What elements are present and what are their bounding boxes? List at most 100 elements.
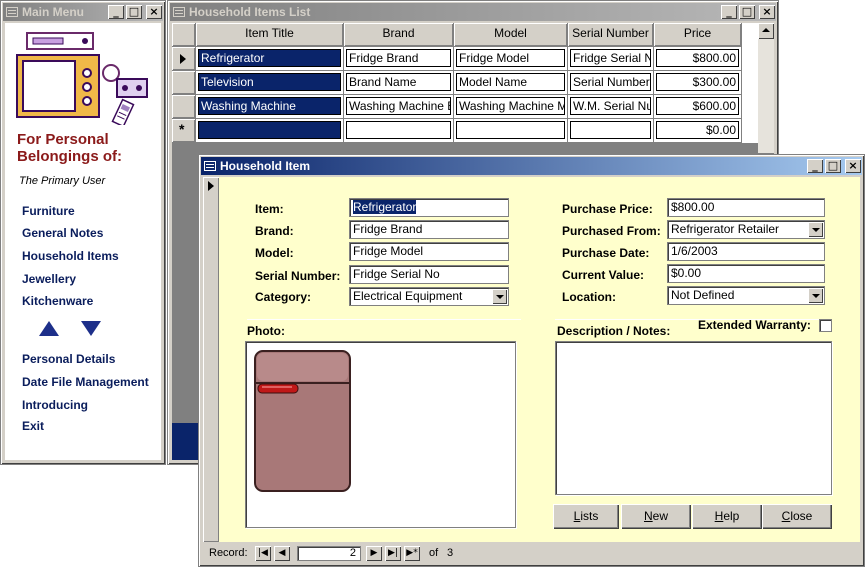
close-icon[interactable]: × (845, 159, 861, 173)
last-record-icon[interactable]: ▶| (385, 546, 401, 561)
notes-textarea[interactable] (555, 341, 832, 495)
cell-serial[interactable]: W.M. Serial Numl (570, 97, 651, 115)
menu-heading: For Personal Belongings of: (17, 131, 122, 165)
menu-link-date-file-management[interactable]: Date File Management (22, 375, 149, 389)
close-icon[interactable]: × (759, 5, 775, 19)
purchase-price-field[interactable]: $800.00 (667, 198, 825, 217)
items-grid: Item Title Brand Model Serial Number Pri… (172, 23, 758, 143)
current-record-input[interactable]: 2 (297, 546, 361, 561)
record-selector[interactable] (203, 177, 219, 542)
item-value: Refrigerator (353, 200, 417, 214)
table-row: Television Brand Name Model Name Serial … (172, 71, 758, 95)
photo-box[interactable] (245, 341, 516, 528)
minimize-icon[interactable]: _ (807, 159, 823, 173)
cell-brand[interactable] (346, 121, 451, 139)
cell-price[interactable]: $0.00 (656, 121, 739, 139)
maximize-icon[interactable]: □ (825, 159, 841, 173)
cell-serial[interactable] (570, 121, 651, 139)
record-pointer-icon (180, 54, 186, 64)
items-list-title: Household Items List (189, 5, 311, 19)
cell-serial[interactable]: Serial Number (570, 73, 651, 91)
menu-link-household-items[interactable]: Household Items (22, 249, 119, 263)
warranty-label: Extended Warranty: (698, 318, 811, 332)
header-corner[interactable] (172, 23, 196, 47)
cell-model[interactable]: Fridge Model (456, 49, 565, 67)
cell-price[interactable]: $800.00 (656, 49, 739, 67)
row-selector[interactable] (172, 47, 196, 71)
prev-record-icon[interactable]: ◀ (274, 546, 290, 561)
cell-item-title[interactable] (198, 121, 341, 139)
column-header-price[interactable]: Price (654, 23, 742, 47)
new-button[interactable]: New (621, 504, 691, 529)
cell-brand[interactable]: Fridge Brand (346, 49, 451, 67)
menu-link-personal-details[interactable]: Personal Details (22, 352, 115, 366)
help-button[interactable]: Help (692, 504, 762, 529)
of-label: of (429, 547, 439, 559)
cell-brand[interactable]: Brand Name (346, 73, 451, 91)
section-divider-left (247, 319, 521, 320)
location-select[interactable]: Not Defined (667, 286, 825, 305)
household-logo (16, 32, 148, 125)
maximize-icon[interactable]: □ (739, 5, 755, 19)
up-arrow-icon[interactable] (39, 321, 59, 336)
owner-name: The Primary User (19, 175, 106, 187)
row-selector[interactable]: * (172, 119, 196, 143)
purchase-date-field[interactable]: 1/6/2003 (667, 242, 825, 261)
column-header-item-title[interactable]: Item Title (196, 23, 344, 47)
brand-field[interactable]: Fridge Brand (349, 220, 509, 239)
row-selector[interactable] (172, 95, 196, 119)
new-record-nav-icon[interactable]: ▶* (404, 546, 420, 561)
vertical-scrollbar[interactable] (758, 23, 774, 153)
dropdown-arrow-icon[interactable] (808, 288, 823, 303)
purchased-from-label: Purchased From: (562, 224, 661, 238)
column-header-serial-number[interactable]: Serial Number (568, 23, 654, 47)
main-menu-window: Main Menu _ □ × For Personal Belongings … (0, 0, 166, 465)
model-field[interactable]: Fridge Model (349, 242, 509, 261)
cell-model[interactable]: Washing Machine Mod (456, 97, 565, 115)
household-item-titlebar[interactable]: Household Item _ □ × (201, 157, 862, 175)
row-selector[interactable] (172, 71, 196, 95)
minimize-icon[interactable]: _ (108, 5, 124, 19)
cell-brand[interactable]: Washing Machine Bra (346, 97, 451, 115)
photo-label: Photo: (247, 324, 285, 338)
menu-link-introducing[interactable]: Introducing (22, 398, 88, 412)
maximize-icon[interactable]: □ (126, 5, 142, 19)
dropdown-arrow-icon[interactable] (808, 222, 823, 237)
cell-item-title[interactable]: Washing Machine (198, 97, 341, 115)
close-icon[interactable]: × (146, 5, 162, 19)
current-value-field[interactable]: $0.00 (667, 264, 825, 283)
menu-link-general-notes[interactable]: General Notes (22, 226, 103, 240)
cell-model[interactable]: Model Name (456, 73, 565, 91)
cell-price[interactable]: $300.00 (656, 73, 739, 91)
menu-link-exit[interactable]: Exit (22, 419, 44, 433)
column-header-brand[interactable]: Brand (344, 23, 454, 47)
lists-button[interactable]: Lists (553, 504, 619, 529)
record-label: Record: (209, 547, 248, 559)
menu-link-kitchenware[interactable]: Kitchenware (22, 294, 93, 308)
next-record-icon[interactable]: ▶ (366, 546, 382, 561)
menu-link-furniture[interactable]: Furniture (22, 204, 75, 218)
table-row: Washing Machine Washing Machine Bra Wash… (172, 95, 758, 119)
items-list-titlebar[interactable]: Household Items List _ □ × (170, 3, 776, 21)
cell-item-title[interactable]: Television (198, 73, 341, 91)
cell-model[interactable] (456, 121, 565, 139)
serial-field[interactable]: Fridge Serial No (349, 265, 509, 284)
menu-link-jewellery[interactable]: Jewellery (22, 272, 76, 286)
dropdown-arrow-icon[interactable] (492, 289, 507, 304)
total-records: 3 (447, 547, 454, 559)
minimize-icon[interactable]: _ (721, 5, 737, 19)
scroll-up-icon[interactable] (758, 23, 774, 39)
cell-price[interactable]: $600.00 (656, 97, 739, 115)
down-arrow-icon[interactable] (81, 321, 101, 336)
item-field[interactable]: Refrigerator (349, 198, 509, 217)
column-header-model[interactable]: Model (454, 23, 568, 47)
close-button[interactable]: Close (762, 504, 832, 529)
extended-warranty-checkbox[interactable] (819, 319, 832, 332)
first-record-icon[interactable]: |◀ (255, 546, 271, 561)
category-select[interactable]: Electrical Equipment (349, 287, 509, 306)
cell-serial[interactable]: Fridge Serial No (570, 49, 651, 67)
datasheet-background-block (172, 423, 198, 460)
purchased-from-select[interactable]: Refrigerator Retailer (667, 220, 825, 239)
cell-item-title[interactable]: Refrigerator (198, 49, 341, 67)
main-menu-titlebar[interactable]: Main Menu _ □ × (3, 3, 163, 21)
